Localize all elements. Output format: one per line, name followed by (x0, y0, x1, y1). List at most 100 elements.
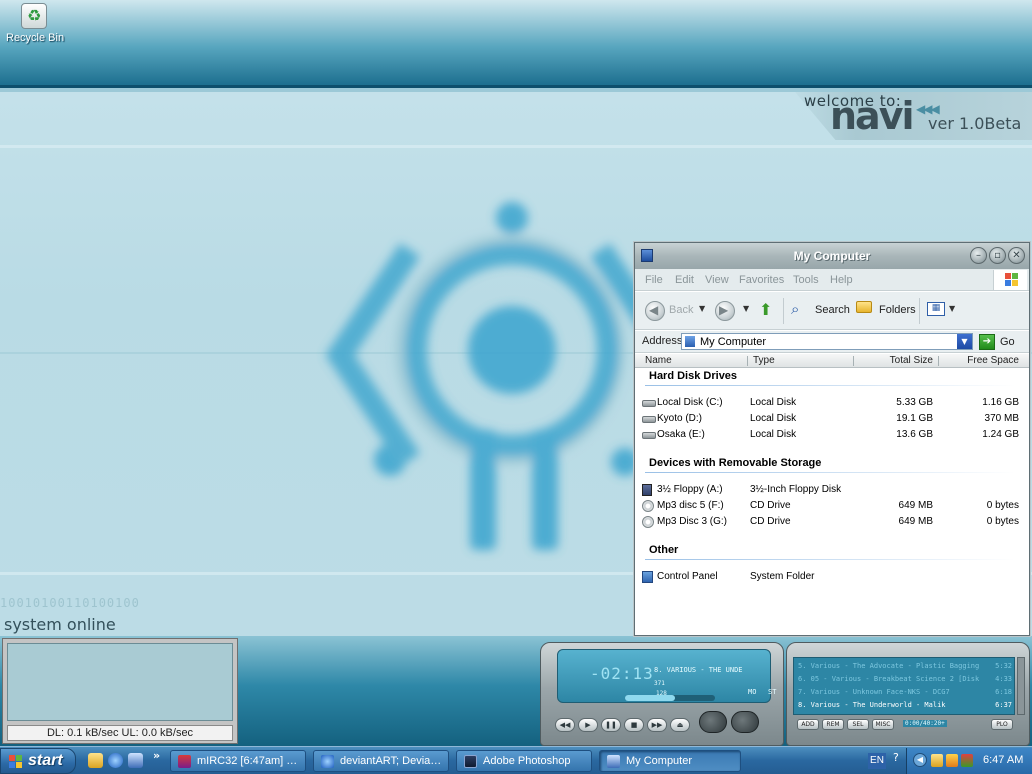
taskbar-item-photoshop[interactable]: Adobe Photoshop (456, 750, 592, 772)
toolbar: ◀ Back ▼ ▶ ▼ ⬆ ⌕ Search Folders ▦ ▼ (635, 292, 1029, 330)
quicklaunch-desktop-icon[interactable] (128, 753, 143, 768)
mirc-icon (178, 755, 191, 768)
volume-slider[interactable] (625, 695, 715, 701)
go-button[interactable]: Go (1000, 336, 1015, 348)
group-divider (645, 559, 1015, 560)
toolbar-separator (783, 298, 784, 324)
desktop-icon-label: Recycle Bin (6, 32, 65, 44)
item-free-space: 0 bytes (986, 516, 1019, 527)
playlist-misc-button[interactable]: MISC (872, 719, 894, 730)
back-history-caret-icon[interactable]: ▼ (699, 304, 705, 313)
forward-history-caret-icon[interactable]: ▼ (743, 304, 749, 313)
up-folder-icon[interactable]: ⬆ (759, 300, 772, 319)
window-title-bar[interactable]: My Computer – ▫ ✕ (635, 243, 1029, 269)
menu-view[interactable]: View (705, 274, 729, 286)
column-divider[interactable] (938, 356, 939, 366)
go-arrow-icon[interactable]: ➔ (979, 334, 995, 350)
playlist-entry-current[interactable]: 8. Various - The Underworld - Malik 6:37 (798, 701, 1012, 712)
next-button[interactable]: ▶▶ (647, 718, 667, 732)
list-item[interactable]: Mp3 disc 5 (F:) CD Drive 649 MB 0 bytes (635, 498, 1029, 514)
menu-edit[interactable]: Edit (675, 274, 694, 286)
item-type: System Folder (750, 571, 815, 582)
list-item[interactable]: Local Disk (C:) Local Disk 5.33 GB 1.16 … (635, 395, 1029, 411)
desktop-icon-recycle-bin[interactable]: Recycle Bin (6, 3, 65, 44)
column-free-space[interactable]: Free Space (967, 354, 1019, 368)
hard-disk-icon (642, 400, 656, 407)
column-type[interactable]: Type (753, 354, 775, 368)
group-divider (645, 385, 1015, 386)
item-name: Osaka (E:) (657, 429, 705, 440)
windows-logo-icon (9, 755, 23, 769)
language-indicator[interactable]: EN (868, 753, 886, 769)
address-input[interactable]: My Computer ▼ (681, 333, 973, 350)
taskbar-item-mirc[interactable]: mIRC32 [6:47am] [ ... (170, 750, 306, 772)
clock[interactable]: 6:47 AM (983, 754, 1023, 766)
address-dropdown-icon[interactable]: ▼ (957, 334, 972, 349)
views-caret-icon[interactable]: ▼ (949, 304, 955, 313)
column-divider[interactable] (853, 356, 854, 366)
playlist-remove-button[interactable]: REM (822, 719, 844, 730)
forward-button[interactable]: ▶ (715, 301, 735, 321)
tray-expand-chevron-icon[interactable]: ◀ (913, 753, 927, 767)
pause-button[interactable]: ❚❚ (601, 718, 621, 732)
item-type: CD Drive (750, 500, 791, 511)
item-name: Mp3 disc 5 (F:) (657, 500, 724, 511)
playlist-add-button[interactable]: ADD (797, 719, 819, 730)
minimize-button[interactable]: – (970, 247, 987, 264)
quicklaunch-more-icon[interactable]: » (153, 749, 160, 762)
my-computer-window[interactable]: My Computer – ▫ ✕ File Edit View Favorit… (634, 242, 1030, 636)
repeat-knob[interactable] (731, 711, 759, 733)
list-item[interactable]: Kyoto (D:) Local Disk 19.1 GB 370 MB (635, 411, 1029, 427)
tray-network-icon[interactable] (961, 754, 973, 767)
playlist-entry[interactable]: 6. 05 - Various - Breakbeat Science 2 [D… (798, 675, 1012, 686)
views-icon[interactable]: ▦ (927, 302, 945, 316)
recycle-bin-icon (21, 3, 47, 29)
shuffle-knob[interactable] (699, 711, 727, 733)
player-mono-indicator: MO (748, 688, 757, 696)
column-name[interactable]: Name (645, 354, 672, 368)
player-time[interactable]: -02:13 (590, 664, 654, 683)
media-playlist[interactable]: 5. Various - The Advocate - Plastic Bagg… (786, 642, 1030, 746)
search-button[interactable]: Search (815, 304, 850, 316)
media-player[interactable]: -02:13 8. VARIOUS - THE UNDE 371 128 MO … (540, 642, 784, 746)
playlist-list-options-button[interactable]: PLO (991, 719, 1013, 730)
taskbar: start » mIRC32 [6:47am] [ ... deviantART… (0, 746, 1032, 774)
tray-help-icon[interactable]: ? (893, 751, 899, 764)
quicklaunch-winamp-icon[interactable] (88, 753, 103, 768)
list-item[interactable]: Mp3 Disc 3 (G:) CD Drive 649 MB 0 bytes (635, 514, 1029, 530)
list-item[interactable]: 3½ Floppy (A:) 3½-Inch Floppy Disk (635, 482, 1029, 498)
menu-favorites[interactable]: Favorites (739, 274, 784, 286)
playlist-entry[interactable]: 7. Various - Unknown Face-NKS - DCG7 6:1… (798, 688, 1012, 699)
playlist-select-button[interactable]: SEL (847, 719, 869, 730)
list-item[interactable]: Control Panel System Folder (635, 569, 1029, 585)
eject-button[interactable]: ⏏ (670, 718, 690, 732)
group-header-hard-disks: Hard Disk Drives (649, 370, 738, 382)
taskbar-item-my-computer[interactable]: My Computer (599, 750, 741, 772)
column-divider[interactable] (747, 356, 748, 366)
address-label: Address (642, 335, 683, 347)
stop-button[interactable]: ■ (624, 718, 644, 732)
close-button[interactable]: ✕ (1008, 247, 1025, 264)
playlist-entry-duration: 6:18 (995, 688, 1012, 696)
menu-help[interactable]: Help (830, 274, 853, 286)
playlist-scrollbar[interactable] (1017, 657, 1025, 715)
list-item[interactable]: Osaka (E:) Local Disk 13.6 GB 1.24 GB (635, 427, 1029, 443)
item-free-space: 370 MB (984, 413, 1019, 424)
play-button[interactable]: ▶ (578, 718, 598, 732)
column-total-size[interactable]: Total Size (890, 354, 933, 368)
tray-messenger-icon[interactable] (946, 754, 958, 767)
binary-strip: 10010100110100100 (0, 596, 140, 610)
folders-button[interactable]: Folders (879, 304, 916, 316)
eject-icon: ⏏ (676, 721, 684, 729)
quicklaunch-ie-icon[interactable] (108, 753, 123, 768)
previous-button[interactable]: ◀◀ (555, 718, 575, 732)
back-button[interactable]: ◀ (645, 301, 665, 321)
my-computer-icon (685, 336, 695, 347)
playlist-entry[interactable]: 5. Various - The Advocate - Plastic Bagg… (798, 662, 1012, 673)
tray-winamp-icon[interactable] (931, 754, 943, 767)
start-button[interactable]: start (0, 748, 76, 774)
maximize-button[interactable]: ▫ (989, 247, 1006, 264)
menu-file[interactable]: File (645, 274, 663, 286)
taskbar-item-deviantart[interactable]: deviantART; Deviatio... (313, 750, 449, 772)
menu-tools[interactable]: Tools (793, 274, 819, 286)
